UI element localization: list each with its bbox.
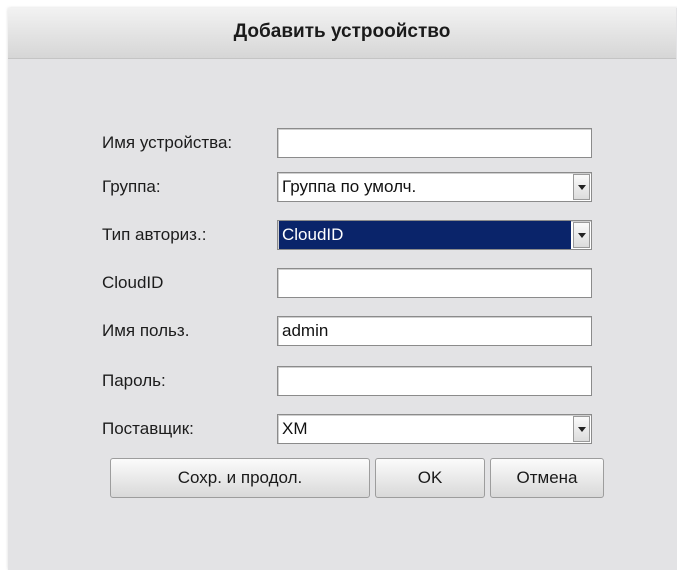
device-name-label: Имя устройства:	[102, 133, 233, 152]
group-select[interactable]: Группа по умолч.	[277, 172, 592, 202]
vendor-select[interactable]: XM	[277, 414, 592, 444]
dialog-titlebar: Добавить устроойство	[8, 8, 676, 59]
cloud-id-input[interactable]	[277, 268, 592, 298]
vendor-label: Поставщик:	[102, 419, 194, 438]
auth-type-label: Тип авториз.:	[102, 225, 207, 244]
chevron-down-icon[interactable]	[573, 174, 590, 200]
auth-type-value: CloudID	[279, 221, 571, 249]
username-input[interactable]: admin	[277, 316, 592, 346]
cloud-id-label: CloudID	[102, 273, 164, 292]
password-label: Пароль:	[102, 371, 166, 390]
chevron-down-icon[interactable]	[573, 222, 590, 248]
username-label: Имя польз.	[102, 321, 190, 340]
cancel-button[interactable]: Отмена	[490, 458, 604, 498]
chevron-down-icon[interactable]	[573, 416, 590, 442]
ok-button[interactable]: OK	[375, 458, 485, 498]
vendor-value: XM	[282, 419, 308, 438]
dialog-title: Добавить устроойство	[233, 21, 451, 42]
password-input[interactable]	[277, 366, 592, 396]
auth-type-select[interactable]: CloudID	[277, 220, 592, 250]
group-value: Группа по умолч.	[282, 177, 417, 196]
group-label: Группа:	[102, 177, 161, 196]
device-name-input[interactable]	[277, 128, 592, 158]
username-value: admin	[282, 321, 329, 340]
save-continue-button[interactable]: Сохр. и продол.	[110, 458, 370, 498]
